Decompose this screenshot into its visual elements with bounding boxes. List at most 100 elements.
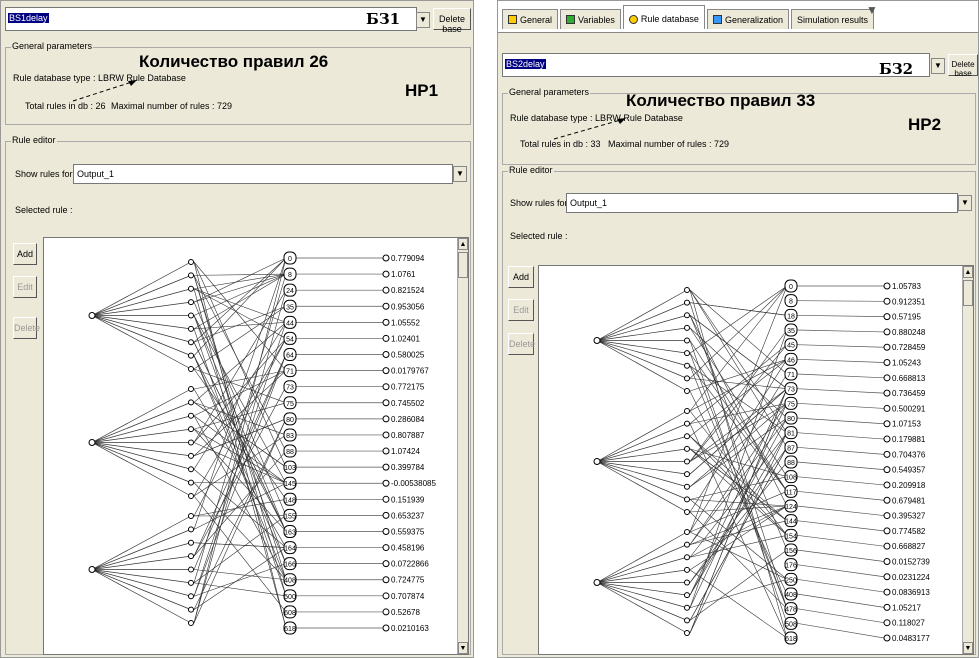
add-button[interactable]: Add <box>508 266 534 288</box>
output-node <box>382 447 390 455</box>
delete-base-button[interactable]: Delete base <box>433 8 471 34</box>
output-node <box>382 270 390 278</box>
term-node <box>188 526 194 533</box>
rule-node-label: 250 <box>785 577 797 584</box>
edge-line <box>193 569 287 581</box>
rule-database-icon <box>628 14 638 24</box>
rule-node-label: 71 <box>787 372 795 379</box>
output-node <box>382 286 390 294</box>
edge-line <box>596 461 688 513</box>
output-value-label: 0.821524 <box>391 286 425 295</box>
term-node <box>684 604 690 611</box>
rule-node-label: 73 <box>787 387 795 394</box>
edge-line <box>796 622 885 639</box>
output-node <box>382 592 390 600</box>
scroll-down-button[interactable]: ▼ <box>458 642 468 654</box>
add-button[interactable]: Add <box>13 243 37 265</box>
edge-line <box>193 368 287 404</box>
edge-line <box>689 340 788 624</box>
edge-line <box>193 582 287 597</box>
output-value-label: 0.399784 <box>391 463 425 472</box>
rule-count-annotation: Количество правил 26 <box>139 52 329 71</box>
output-select[interactable]: Output_1 <box>566 193 958 213</box>
rule-node-label: 8 <box>789 299 793 306</box>
delete-button[interactable]: Delete <box>508 333 535 355</box>
output-value-label: 0.559375 <box>391 527 425 536</box>
edge-line <box>91 315 192 356</box>
rule-node-label: 35 <box>286 304 294 311</box>
edge-line <box>91 442 192 470</box>
tab-general[interactable]: General <box>502 9 559 29</box>
rule-node-label: 0 <box>789 284 793 291</box>
tab-simulation-results[interactable]: Simulation results <box>790 9 875 29</box>
scroll-up-button[interactable]: ▲ <box>963 266 973 278</box>
output-value-label: 1.02401 <box>391 334 420 343</box>
term-node <box>684 529 690 535</box>
scroll-thumb[interactable] <box>963 280 973 306</box>
scroll-up-button[interactable]: ▲ <box>458 238 468 250</box>
rule-node-label: 75 <box>286 401 294 408</box>
rule-graph-scrollbar[interactable]: ▲ ▼ <box>457 238 468 654</box>
output-node <box>382 254 390 262</box>
term-node <box>188 452 194 459</box>
output-node <box>883 282 891 290</box>
database-label: БЗ2 <box>879 60 914 78</box>
edit-button[interactable]: Edit <box>13 276 37 298</box>
edge-line <box>796 373 885 379</box>
output-value-label: 0.679481 <box>892 496 926 505</box>
edge-line <box>796 549 885 562</box>
term-node <box>188 566 194 573</box>
rule-node-label: 71 <box>286 369 294 376</box>
edge-line <box>689 417 788 596</box>
scroll-down-button[interactable]: ▼ <box>963 642 973 654</box>
tab-variables[interactable]: Variables <box>560 9 621 29</box>
term-node <box>684 433 690 440</box>
database-dropdown-button[interactable]: ▼ <box>931 58 945 74</box>
database-selector[interactable]: BS2delay БЗ2 <box>502 53 930 78</box>
delete-base-button[interactable]: Delete base <box>948 54 978 78</box>
rule-node-label: 145 <box>284 481 296 488</box>
edge-line <box>796 505 885 516</box>
rule-node-label: 103 <box>284 465 296 472</box>
edge-line <box>796 432 885 440</box>
tab-generalization[interactable]: Generalization <box>706 9 789 29</box>
database-label: БЗ1 <box>366 10 401 28</box>
output-node <box>382 302 390 310</box>
edge-line <box>596 582 688 634</box>
term-node <box>684 299 690 306</box>
output-node <box>382 495 390 503</box>
output-node <box>382 463 390 471</box>
output-value-label: 0.707874 <box>391 592 425 601</box>
rule-node-label: 18 <box>787 313 795 320</box>
scroll-thumb[interactable] <box>458 252 468 278</box>
database-selector[interactable]: BS1delay БЗ1 <box>5 7 417 31</box>
database-dropdown-button[interactable]: ▼ <box>416 12 430 28</box>
rule-graph-scrollbar[interactable]: ▲ ▼ <box>962 266 973 654</box>
output-select-dropdown-button[interactable]: ▼ <box>453 166 467 182</box>
delete-button[interactable]: Delete <box>13 317 40 339</box>
database-name: BS1delay <box>8 13 49 23</box>
output-select-dropdown-button[interactable]: ▼ <box>958 195 972 211</box>
term-node <box>188 426 194 433</box>
edge-line <box>91 415 192 443</box>
rule-graph: 0 8 18 35 45 46 71 73 75 80 81 87 88 108 117 124 144 154 1… <box>593 279 930 645</box>
edge-line <box>193 442 287 484</box>
term-node <box>188 339 194 346</box>
output-value-label: 1.05783 <box>892 282 921 291</box>
rule-node-label: 0 <box>288 256 292 263</box>
hp-label: НР2 <box>908 115 942 134</box>
annotation-arrow <box>553 118 626 140</box>
tab-rule-database[interactable]: Rule database <box>622 5 705 29</box>
rule-node-label: 87 <box>787 445 795 452</box>
output-value-label: 0.395327 <box>892 512 926 521</box>
edge-line <box>193 542 287 548</box>
output-select[interactable]: Output_1 <box>73 164 453 184</box>
input-node <box>88 439 96 446</box>
term-node <box>684 471 690 478</box>
output-node <box>883 389 891 397</box>
output-value-label: 1.0761 <box>391 270 416 279</box>
rule-node-label: 24 <box>286 288 294 295</box>
output-value-label: 0.772175 <box>391 383 425 392</box>
edge-line <box>91 515 192 570</box>
edit-button[interactable]: Edit <box>508 299 534 321</box>
